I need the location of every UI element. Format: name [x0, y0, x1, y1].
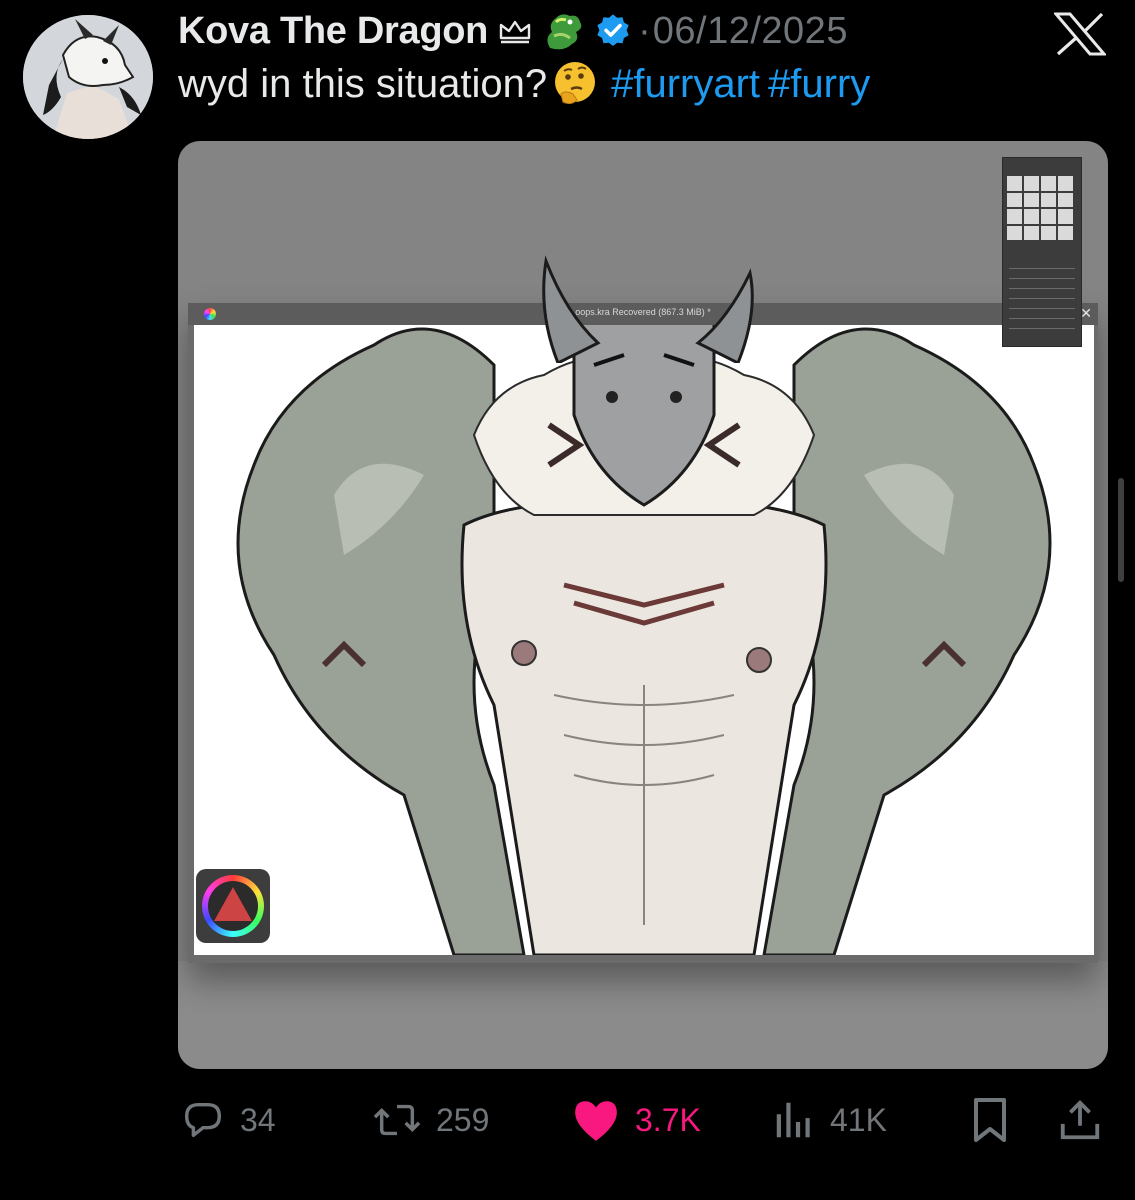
- author-display-name[interactable]: Kova The Dragon: [178, 10, 488, 53]
- hashtag-link-furryart[interactable]: #furryart: [611, 62, 760, 107]
- reply-count: 34: [240, 1101, 276, 1138]
- crown-icon: [499, 20, 531, 44]
- window-close-icon: ✕: [1080, 305, 1092, 321]
- bookmark-button[interactable]: [970, 1092, 1024, 1148]
- views-chart-icon: [776, 1102, 810, 1138]
- reply-icon: [184, 1102, 222, 1138]
- bookmark-icon: [974, 1098, 1006, 1142]
- post-header: Kova The Dragon · 06/12/2025: [178, 6, 848, 56]
- heart-icon: [575, 1101, 617, 1141]
- repost-icon: [373, 1104, 421, 1136]
- repost-button[interactable]: 259: [372, 1092, 489, 1148]
- drawing-canvas: [194, 325, 1094, 955]
- avatar-dragon-illustration: [23, 15, 153, 139]
- dragon-artwork-illustration: [236, 325, 1052, 955]
- like-count: 3.7K: [635, 1101, 701, 1138]
- date-separator: ·: [638, 9, 651, 52]
- share-button[interactable]: [1057, 1092, 1117, 1148]
- toolbox-icons: [1009, 268, 1075, 338]
- author-avatar[interactable]: [23, 15, 153, 139]
- x-logo-icon[interactable]: [1054, 12, 1106, 56]
- color-wheel-ring: [202, 875, 264, 937]
- reply-button[interactable]: 34: [180, 1092, 276, 1148]
- thinking-face-emoji-icon: [555, 62, 596, 105]
- post-action-bar: 34 259 3.7K 41K: [0, 1092, 1135, 1148]
- color-wheel-widget: [196, 869, 270, 943]
- brush-preset-grid: [1007, 176, 1073, 240]
- share-icon: [1060, 1100, 1100, 1140]
- verified-badge-icon: [597, 14, 629, 47]
- dragon-horns-illustration: [542, 255, 754, 363]
- media-backdrop: [178, 961, 1108, 1069]
- views-count: 41K: [830, 1101, 887, 1138]
- drawing-app-window: oops.kra Recovered (867.3 MiB) * ✕: [188, 303, 1098, 963]
- post-media-image[interactable]: oops.kra Recovered (867.3 MiB) * ✕: [178, 141, 1108, 1069]
- dragon-emoji-icon: [547, 14, 582, 50]
- post-date[interactable]: 06/12/2025: [653, 10, 848, 53]
- post-text-body: wyd in this situation?: [178, 61, 548, 106]
- brush-presets-panel: [1002, 157, 1082, 347]
- post-text: wyd in this situation? #furryart #furry: [178, 60, 870, 108]
- views-button[interactable]: 41K: [772, 1092, 887, 1148]
- like-button[interactable]: 3.7K: [571, 1092, 701, 1148]
- hashtag-link-furry[interactable]: #furry: [768, 62, 870, 107]
- repost-count: 259: [436, 1101, 490, 1138]
- scrollbar-thumb[interactable]: [1118, 478, 1124, 582]
- color-triangle: [208, 881, 258, 931]
